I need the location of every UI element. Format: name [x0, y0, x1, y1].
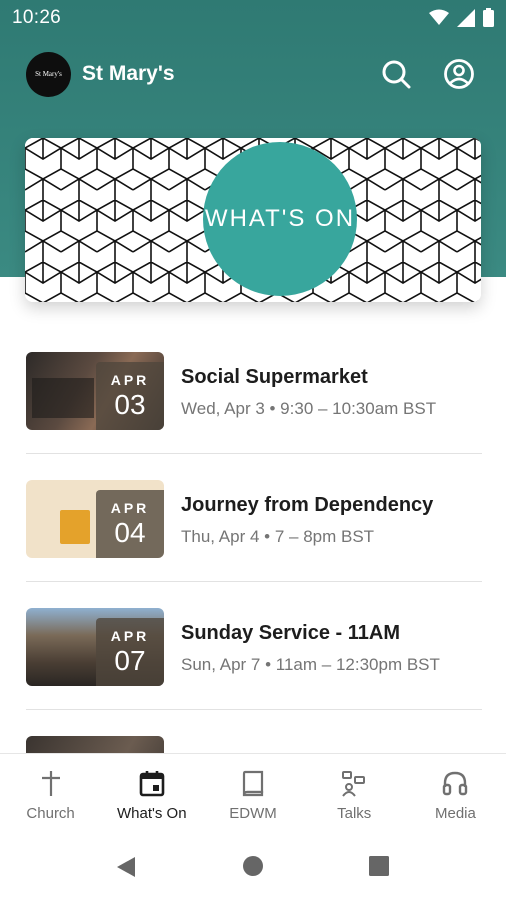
cross-icon — [36, 768, 66, 798]
app-bar: St Mary's St Mary's — [0, 50, 506, 98]
event-thumbnail: APR 03 — [26, 352, 164, 430]
account-icon — [444, 59, 474, 89]
nav-whats-on[interactable]: What's On — [101, 754, 202, 831]
headphones-icon — [440, 768, 470, 798]
date-day: 07 — [114, 644, 146, 676]
battery-icon — [483, 8, 494, 27]
nav-label: What's On — [117, 805, 187, 822]
event-thumbnail: APR 07 — [26, 608, 164, 686]
date-badge: APR 03 — [96, 362, 164, 430]
back-icon[interactable] — [115, 855, 137, 879]
date-badge: APR 04 — [96, 490, 164, 558]
nav-edwm[interactable]: EDWM — [202, 754, 303, 831]
nav-church[interactable]: Church — [0, 754, 101, 831]
status-time: 10:26 — [12, 7, 62, 28]
nav-label: Talks — [337, 805, 372, 822]
date-day: 04 — [114, 516, 146, 548]
church-logo[interactable]: St Mary's — [26, 52, 71, 97]
recents-icon[interactable] — [369, 856, 389, 876]
event-datetime: Wed, Apr 3 • 9:30 – 10:30am BST — [181, 399, 437, 418]
nav-label: Media — [434, 805, 476, 822]
date-month: APR — [110, 499, 150, 516]
search-icon — [382, 60, 411, 89]
talks-icon — [339, 768, 369, 798]
banner-circle: WHAT'S ON — [203, 142, 357, 296]
nav-label: EDWM — [229, 805, 277, 822]
date-badge: APR 07 — [96, 618, 164, 686]
date-month: APR — [110, 627, 150, 644]
banner-title: WHAT'S ON — [204, 205, 356, 232]
home-icon[interactable] — [242, 855, 264, 877]
system-navigation-bar — [0, 831, 506, 900]
wifi-icon — [429, 9, 449, 25]
thumbnail-overlay — [32, 378, 94, 418]
status-icons — [429, 8, 494, 27]
thumbnail-shape — [60, 510, 90, 544]
nav-label: Church — [26, 805, 75, 822]
event-item[interactable]: APR 04 Journey from Dependency Thu, Apr … — [26, 446, 482, 582]
event-datetime: Thu, Apr 4 • 7 – 8pm BST — [181, 527, 375, 546]
event-item[interactable]: APR 03 Social Supermarket Wed, Apr 3 • 9… — [26, 318, 482, 454]
bottom-navigation: Church What's On EDWM Talks Media — [0, 753, 506, 831]
search-button[interactable] — [380, 58, 412, 90]
date-month: APR — [110, 371, 150, 388]
signal-icon — [457, 8, 475, 27]
whats-on-banner[interactable]: WHAT'S ON — [25, 138, 481, 302]
account-button[interactable] — [443, 58, 475, 90]
event-title: Sunday Service - 11AM — [181, 622, 400, 644]
book-icon — [238, 768, 268, 798]
event-item[interactable]: APR 07 Sunday Service - 11AM Sun, Apr 7 … — [26, 574, 482, 710]
nav-talks[interactable]: Talks — [304, 754, 405, 831]
event-datetime: Sun, Apr 7 • 11am – 12:30pm BST — [181, 655, 440, 674]
event-thumbnail: APR 04 — [26, 480, 164, 558]
date-day: 03 — [114, 388, 146, 420]
app-screen: 10:26 St Mary's St Mary's WHAT'S ON APR … — [0, 0, 506, 900]
logo-text: St Mary's — [35, 70, 62, 78]
nav-media[interactable]: Media — [405, 754, 506, 831]
status-bar: 10:26 — [0, 0, 506, 36]
app-title: St Mary's — [82, 62, 175, 85]
event-title: Social Supermarket — [181, 366, 368, 388]
event-title: Journey from Dependency — [181, 494, 434, 516]
calendar-icon — [137, 768, 167, 798]
